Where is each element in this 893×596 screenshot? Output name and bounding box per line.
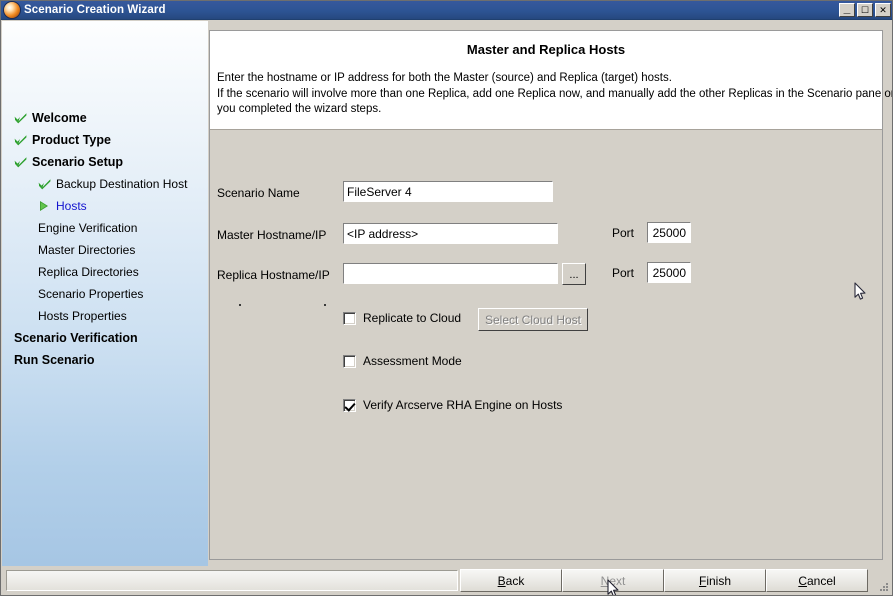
step-current-icon-hosts bbox=[38, 200, 56, 212]
step-status-icon-backup-destination-host bbox=[38, 178, 56, 190]
sidebar-item-hosts[interactable]: Hosts bbox=[2, 195, 208, 217]
sidebar-item-scenario-setup[interactable]: Scenario Setup bbox=[2, 151, 208, 173]
maximize-button[interactable]: ☐ bbox=[857, 3, 873, 17]
sidebar-item-label: Scenario Properties bbox=[38, 287, 144, 301]
sidebar-item-welcome[interactable]: Welcome bbox=[2, 107, 208, 129]
finish-button[interactable]: Finish bbox=[664, 569, 766, 592]
wizard-step-list: Welcome Product Type Scenario Setup Back… bbox=[2, 107, 208, 371]
master-host-row: Master Hostname/IP bbox=[217, 224, 335, 246]
sidebar-item-scenario-verification[interactable]: Scenario Verification bbox=[2, 327, 208, 349]
close-icon: ✕ bbox=[879, 5, 887, 15]
status-bar-panel bbox=[6, 570, 458, 591]
sidebar-item-label: Engine Verification bbox=[38, 221, 138, 235]
select-cloud-host-button[interactable]: Select Cloud Host bbox=[478, 308, 588, 331]
content-header: Master and Replica Hosts Enter the hostn… bbox=[210, 31, 893, 129]
page-description-line-3: you completed the wizard steps. bbox=[217, 103, 382, 115]
next-button[interactable]: Next bbox=[562, 569, 664, 592]
assessment-mode-label: Assessment Mode bbox=[363, 354, 462, 368]
layout-anchor-dot bbox=[239, 304, 241, 306]
window-title: Scenario Creation Wizard bbox=[24, 4, 166, 16]
finish-button-label: Finish bbox=[698, 573, 732, 588]
next-button-label: Next bbox=[600, 573, 626, 588]
step-status-icon-product-type bbox=[14, 134, 32, 146]
page-title: Master and Replica Hosts bbox=[466, 42, 626, 57]
page-description-line-1: Enter the hostname or IP address for bot… bbox=[217, 72, 672, 84]
sidebar-item-label: Replica Directories bbox=[38, 265, 139, 279]
page-description: Enter the hostname or IP address for bot… bbox=[217, 71, 893, 118]
sidebar-item-product-type[interactable]: Product Type bbox=[2, 129, 208, 151]
sidebar-item-run-scenario[interactable]: Run Scenario bbox=[2, 349, 208, 371]
sidebar-item-backup-destination-host[interactable]: Backup Destination Host bbox=[2, 173, 208, 195]
step-status-icon-scenario-setup bbox=[14, 156, 32, 168]
close-button[interactable]: ✕ bbox=[875, 3, 891, 17]
scenario-name-row: Scenario Name bbox=[217, 182, 335, 204]
sidebar-item-label: Master Directories bbox=[38, 243, 136, 257]
resize-grip[interactable] bbox=[878, 581, 890, 593]
sidebar-item-label: Scenario Verification bbox=[14, 331, 138, 345]
title-bar: Scenario Creation Wizard _ ☐ ✕ bbox=[1, 1, 892, 20]
sidebar-item-replica-directories[interactable]: Replica Directories bbox=[2, 261, 208, 283]
replicate-to-cloud-label: Replicate to Cloud bbox=[363, 311, 462, 325]
minimize-icon: _ bbox=[843, 1, 851, 15]
window-controls: _ ☐ ✕ bbox=[839, 1, 891, 17]
master-host-label: Master Hostname/IP bbox=[217, 228, 327, 242]
arcserve-logo-icon bbox=[4, 2, 20, 18]
master-host-input[interactable]: <IP address> bbox=[342, 222, 559, 245]
cancel-button-label: Cancel bbox=[798, 573, 836, 588]
sidebar-item-label: Run Scenario bbox=[14, 353, 95, 367]
sidebar-item-label: Backup Destination Host bbox=[56, 177, 188, 191]
assessment-mode-row: Assessment Mode bbox=[343, 354, 462, 368]
layout-anchor-dot bbox=[324, 304, 326, 306]
wizard-footer: Back Next Finish Cancel bbox=[2, 566, 892, 595]
verify-engine-checkbox[interactable] bbox=[343, 398, 356, 412]
replica-host-browse-button[interactable]: ... bbox=[562, 263, 586, 285]
sidebar-item-label: Hosts Properties bbox=[38, 309, 127, 323]
sidebar-item-label: Scenario Setup bbox=[32, 155, 123, 169]
page-description-line-2: If the scenario will involve more than o… bbox=[217, 87, 893, 100]
verify-engine-label: Verify Arcserve RHA Engine on Hosts bbox=[363, 398, 563, 412]
sidebar-item-label: Welcome bbox=[32, 111, 87, 125]
replicate-to-cloud-row: Replicate to Cloud bbox=[343, 311, 461, 325]
master-port-input[interactable]: 25000 bbox=[646, 221, 692, 244]
back-button-label: Back bbox=[497, 573, 525, 588]
replica-host-label: Replica Hostname/IP bbox=[217, 268, 330, 282]
replica-port-input[interactable]: 25000 bbox=[646, 261, 692, 284]
verify-engine-row: Verify Arcserve RHA Engine on Hosts bbox=[343, 398, 562, 412]
sidebar-item-label: Hosts bbox=[56, 199, 87, 213]
master-port-label: Port bbox=[612, 226, 635, 240]
wizard-content-panel: Master and Replica Hosts Enter the hostn… bbox=[209, 30, 893, 560]
minimize-button[interactable]: _ bbox=[839, 1, 855, 17]
maximize-icon: ☐ bbox=[860, 5, 870, 15]
sidebar-item-label: Product Type bbox=[32, 133, 111, 147]
cancel-button[interactable]: Cancel bbox=[766, 569, 868, 592]
sidebar-item-engine-verification[interactable]: Engine Verification bbox=[2, 217, 208, 239]
sidebar-item-hosts-properties[interactable]: Hosts Properties bbox=[2, 305, 208, 327]
replicate-to-cloud-checkbox[interactable] bbox=[343, 311, 356, 325]
step-status-icon-welcome bbox=[14, 112, 32, 124]
back-button[interactable]: Back bbox=[460, 569, 562, 592]
wizard-steps-sidebar: Welcome Product Type Scenario Setup Back… bbox=[2, 21, 208, 566]
sidebar-item-scenario-properties[interactable]: Scenario Properties bbox=[2, 283, 208, 305]
assessment-mode-checkbox[interactable] bbox=[343, 354, 356, 368]
scenario-name-label: Scenario Name bbox=[217, 186, 300, 200]
scenario-name-input[interactable]: FileServer 4 bbox=[342, 180, 554, 203]
replica-host-input[interactable] bbox=[342, 262, 559, 285]
sidebar-item-master-directories[interactable]: Master Directories bbox=[2, 239, 208, 261]
scenario-creation-wizard-window: Scenario Creation Wizard _ ☐ ✕ Welcome P… bbox=[0, 0, 893, 596]
host-configuration-form: Scenario Name FileServer 4 Master Hostna… bbox=[210, 129, 882, 559]
replica-port-label: Port bbox=[612, 266, 635, 280]
replica-host-row: Replica Hostname/IP bbox=[217, 264, 335, 286]
